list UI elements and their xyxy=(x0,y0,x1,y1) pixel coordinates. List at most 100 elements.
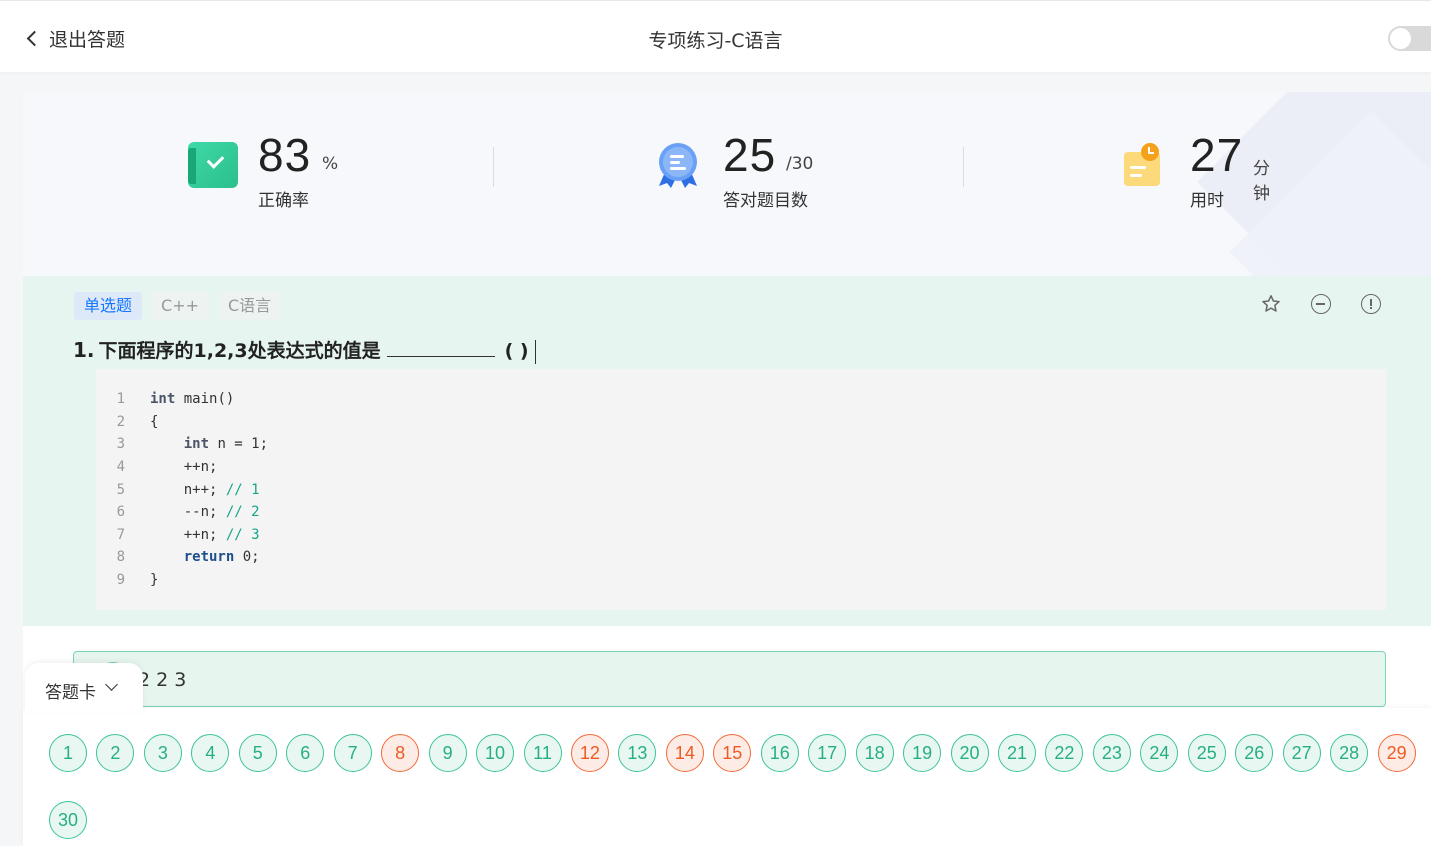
page-title: 专项练习-C语言 xyxy=(648,30,783,52)
answer-card-item[interactable]: 11 xyxy=(523,734,562,772)
time-label: 用时 xyxy=(1190,191,1224,211)
code-line: 9} xyxy=(96,569,1386,592)
line-number: 4 xyxy=(116,459,125,476)
question-paren: ( ) xyxy=(504,340,529,362)
line-number: 2 xyxy=(116,413,125,430)
code-token: 0; xyxy=(234,549,260,566)
code-text: ++n; xyxy=(150,459,218,476)
code-line: 4 ++n; xyxy=(96,456,1386,479)
code-token: --n; xyxy=(150,504,226,521)
answer-card-item[interactable]: 28 xyxy=(1330,734,1369,772)
answer-card-label: 答题卡 xyxy=(45,683,96,703)
answer-card-item[interactable]: 6 xyxy=(286,734,325,772)
code-text: ++n; // 3 xyxy=(150,527,260,543)
answer-card-item[interactable]: 12 xyxy=(570,734,609,772)
answer-card-item[interactable]: 7 xyxy=(333,734,372,772)
answer-card-item[interactable]: 25 xyxy=(1187,734,1226,772)
code-keyword: int xyxy=(183,436,210,453)
answer-card-item[interactable]: 21 xyxy=(998,734,1036,772)
code-text: int main() xyxy=(150,391,234,407)
code-token: { xyxy=(150,413,159,430)
tag-c-language: C语言 xyxy=(218,292,282,320)
correct-count-label: 答对题目数 xyxy=(723,191,808,211)
answer-card-item[interactable]: 10 xyxy=(476,734,515,772)
report-icon[interactable] xyxy=(1361,294,1381,314)
code-keyword: int xyxy=(150,391,176,408)
question-title: 1. 下面程序的1,2,3处表达式的值是 ( ) xyxy=(73,336,537,364)
code-comment: // 1 xyxy=(225,481,260,498)
code-line: 3 int n = 1; xyxy=(96,433,1386,456)
answer-option[interactable]: 2 2 3 xyxy=(73,651,1386,707)
code-text: } xyxy=(150,572,158,588)
mode-toggle[interactable] xyxy=(1388,26,1431,51)
answer-card-toggle[interactable]: 答题卡 xyxy=(25,663,143,713)
answer-card-item[interactable]: 1 xyxy=(49,734,87,772)
question-panel: 单选题 C++ C语言 1. 下面程序的1,2,3处表达式的值是 ( ) 1 int … xyxy=(23,276,1431,626)
answer-card-item[interactable]: 30 xyxy=(49,801,87,839)
answer-card-panel xyxy=(23,708,1431,846)
minus-circle-icon[interactable] xyxy=(1311,294,1331,314)
time-value: 27 xyxy=(1190,129,1244,181)
code-token: ++n; xyxy=(150,459,218,476)
line-number: 8 xyxy=(116,549,125,566)
option-text: 2 2 3 xyxy=(138,669,187,691)
question-text: 下面程序的1,2,3处表达式的值是 xyxy=(98,340,381,362)
line-number: 6 xyxy=(116,504,125,521)
code-line: 7 ++n; // 3 xyxy=(96,524,1386,547)
answer-card-item[interactable]: 3 xyxy=(143,734,182,772)
answer-blank xyxy=(386,339,495,357)
code-token: n = 1; xyxy=(209,436,269,453)
code-token: n++; xyxy=(150,481,226,498)
text-cursor xyxy=(534,339,537,364)
answer-card-item[interactable]: 9 xyxy=(428,734,467,772)
accuracy-label: 正确率 xyxy=(258,191,309,211)
accuracy-unit: % xyxy=(322,154,339,174)
answer-card-item[interactable]: 20 xyxy=(950,734,989,772)
answer-card-item[interactable]: 16 xyxy=(760,734,799,772)
answer-card-item[interactable]: 5 xyxy=(238,734,277,772)
answer-card-item[interactable]: 27 xyxy=(1282,734,1321,772)
divider xyxy=(963,147,964,187)
answer-card-item[interactable]: 14 xyxy=(665,734,704,772)
question-tags: 单选题 C++ C语言 xyxy=(74,292,282,320)
answer-card-item[interactable]: 26 xyxy=(1235,734,1274,772)
code-line: 2{ xyxy=(96,411,1386,434)
line-number: 7 xyxy=(116,526,125,543)
line-number: 3 xyxy=(116,436,125,453)
code-text: { xyxy=(150,414,158,430)
check-book-icon xyxy=(188,142,238,188)
tag-question-type: 单选题 xyxy=(74,292,143,320)
answer-card-item[interactable]: 18 xyxy=(855,734,894,772)
code-text: int n = 1; xyxy=(150,436,268,452)
time-unit: 分钟 xyxy=(1253,159,1270,204)
top-bar: 退出答题 专项练习-C语言 xyxy=(0,0,1431,72)
star-icon[interactable] xyxy=(1261,294,1281,314)
answer-card-item[interactable]: 8 xyxy=(381,734,420,772)
line-number: 5 xyxy=(116,481,125,498)
code-comment: // 2 xyxy=(225,504,260,521)
chevron-down-icon xyxy=(105,678,118,691)
divider xyxy=(493,147,494,187)
code-token: } xyxy=(150,572,159,589)
clock-note-icon xyxy=(1124,143,1160,186)
answer-card-item[interactable]: 23 xyxy=(1092,734,1131,772)
code-line: 5 n++; // 1 xyxy=(96,478,1386,501)
code-line: 6 --n; // 2 xyxy=(96,501,1386,524)
code-text: --n; // 2 xyxy=(150,504,260,520)
answer-card-item[interactable]: 17 xyxy=(808,734,847,772)
answer-card-item[interactable]: 19 xyxy=(903,734,942,772)
line-number: 9 xyxy=(116,572,125,589)
code-text: n++; // 1 xyxy=(150,482,260,498)
correct-count-total: /30 xyxy=(786,154,814,174)
stats-panel: 83 % 正确率 25 /30 答对题目数 27 分钟 用时 xyxy=(23,92,1431,276)
code-line: 1 int main() xyxy=(96,388,1386,411)
code-block: 1 int main() 2{3 int n = 1; 4 ++n; 5 n++; //… xyxy=(96,369,1386,610)
code-token: main() xyxy=(175,391,235,408)
toggle-knob xyxy=(1390,28,1411,49)
code-line: 8 return 0; xyxy=(96,546,1386,569)
code-comment: // 3 xyxy=(225,526,260,543)
line-number: 1 xyxy=(116,391,125,408)
answer-card-item[interactable]: 29 xyxy=(1377,734,1416,772)
